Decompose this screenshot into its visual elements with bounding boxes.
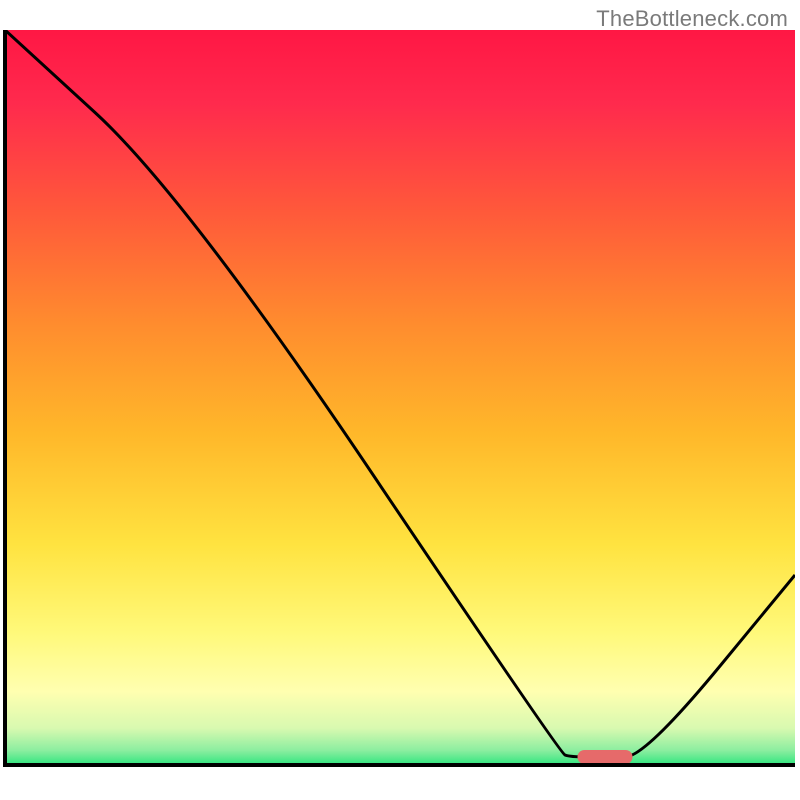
watermark-text: TheBottleneck.com: [596, 6, 788, 32]
optimal-range-marker: [578, 750, 633, 764]
bottleneck-chart: [0, 0, 800, 800]
chart-root: TheBottleneck.com: [0, 0, 800, 800]
